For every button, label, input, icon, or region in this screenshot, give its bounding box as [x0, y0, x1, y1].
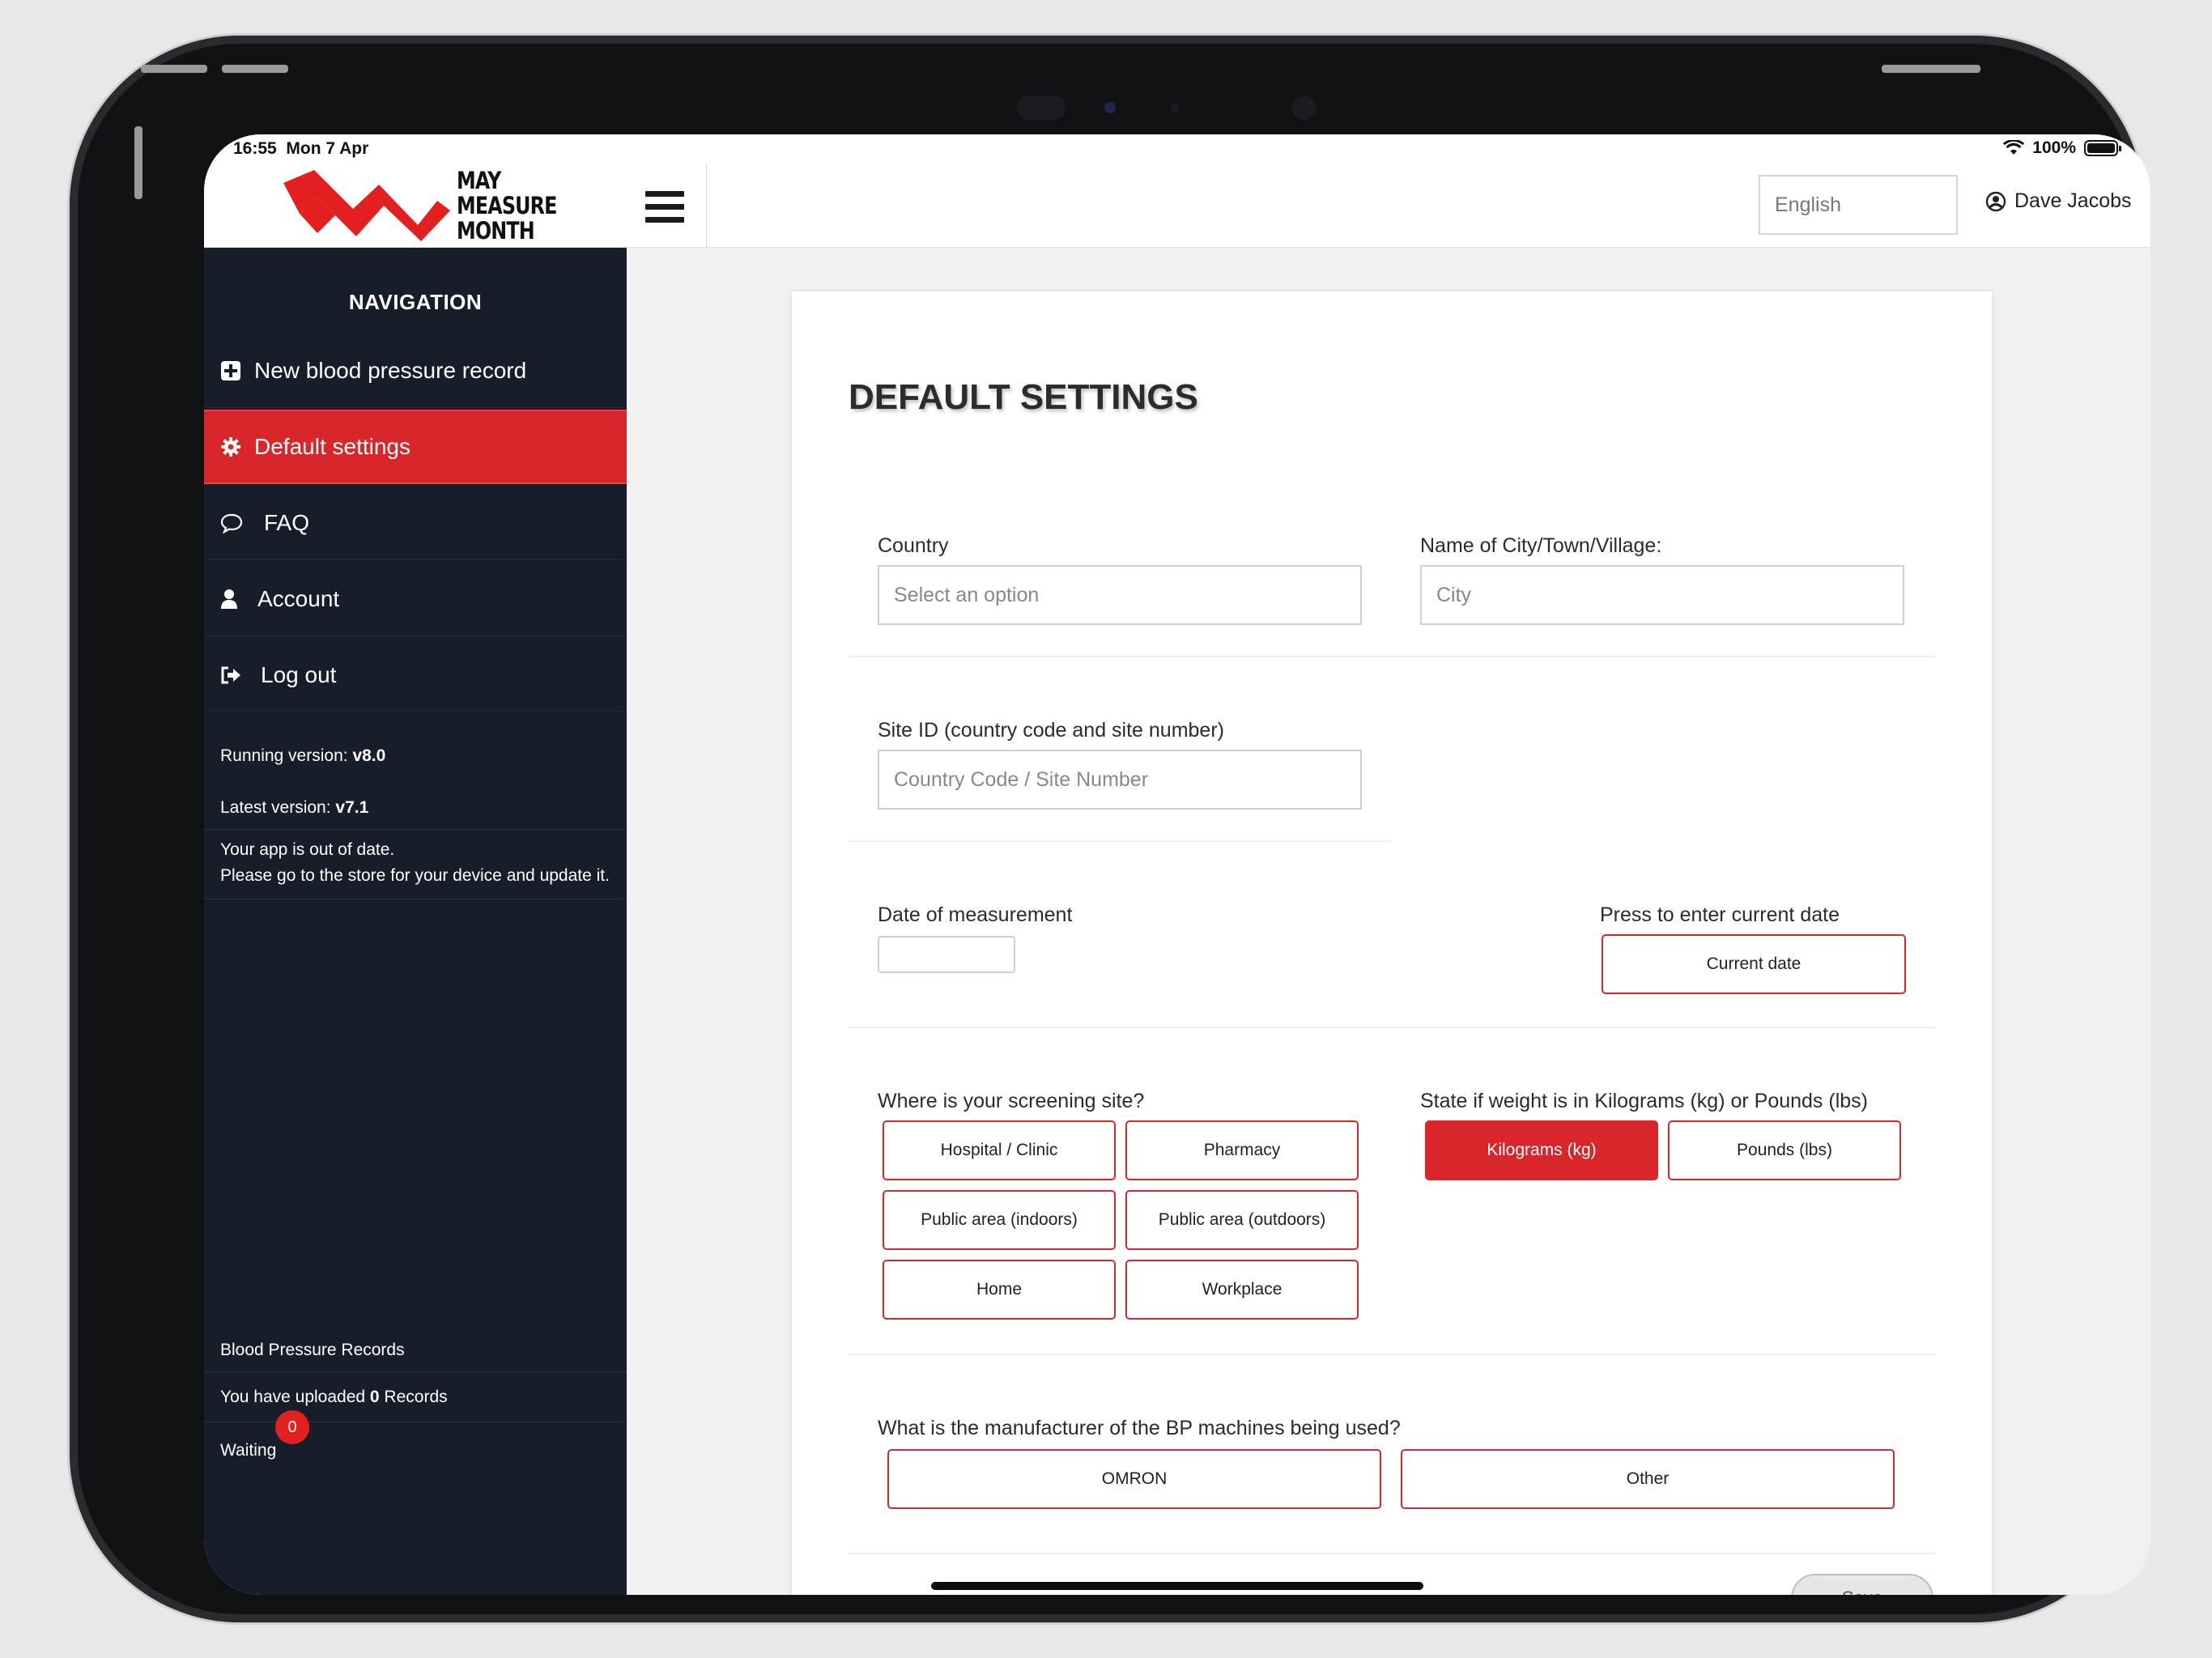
user-menu[interactable]: Dave Jacobs [1985, 189, 2132, 213]
plus-square-icon [220, 360, 254, 381]
screening-option-public-outdoors[interactable]: Public area (outdoors) [1125, 1190, 1359, 1250]
sidebar-item-default-settings[interactable]: Default settings [204, 410, 627, 484]
clock-date: Mon 7 Apr [286, 139, 369, 158]
site-id-label: Site ID (country code and site number) [878, 719, 1224, 742]
screening-option-public-indoors[interactable]: Public area (indoors) [883, 1190, 1116, 1250]
weight-unit-label: State if weight is in Kilograms (kg) or … [1420, 1090, 1868, 1112]
latest-version-label: Latest version: [220, 798, 336, 817]
gear-icon [220, 436, 254, 457]
status-indicators: 100% [2003, 138, 2121, 158]
divider [204, 1371, 627, 1372]
brand-logo[interactable]: MAY MEASURE MONTH [204, 164, 625, 248]
clock-time: 16:55 [233, 139, 277, 158]
battery-icon [2084, 140, 2121, 156]
volume-button [222, 65, 288, 73]
update-notice-line: Please go to the store for your device a… [220, 866, 610, 885]
uploaded-prefix: You have uploaded [220, 1388, 370, 1406]
sidebar-item-label: FAQ [264, 509, 310, 535]
weight-option-pounds[interactable]: Pounds (lbs) [1668, 1120, 1901, 1180]
manufacturer-label: What is the manufacturer of the BP machi… [878, 1417, 1401, 1439]
logo-line: MAY [457, 167, 501, 194]
uploaded-suffix: Records [379, 1388, 448, 1406]
sidebar-item-account[interactable]: Account [204, 562, 627, 636]
country-label: Country [878, 534, 949, 557]
page-title: DEFAULT SETTINGS [849, 377, 1198, 417]
date-input[interactable] [878, 936, 1015, 973]
sidebar-item-new-record[interactable]: New blood pressure record [204, 334, 627, 408]
section-divider [849, 656, 1935, 657]
country-select[interactable]: Select an option [878, 565, 1362, 625]
sidebar-item-label: New blood pressure record [254, 357, 527, 383]
running-version: Running version: v8.0 [220, 743, 385, 769]
divider [204, 829, 627, 830]
current-date-label: Press to enter current date [1600, 903, 1840, 926]
language-select[interactable]: English [1759, 175, 1958, 235]
user-icon [220, 589, 257, 610]
app-header: MAY MEASURE MONTH English Dave Jacobs [204, 164, 2150, 248]
sidebar-item-label: Log out [261, 661, 337, 687]
sidebar-item-faq[interactable]: FAQ [204, 486, 627, 560]
city-label: Name of City/Town/Village: [1420, 534, 1662, 557]
screening-option-home[interactable]: Home [883, 1260, 1116, 1320]
screening-option-workplace[interactable]: Workplace [1125, 1260, 1359, 1320]
user-name: Dave Jacobs [2014, 189, 2132, 212]
screening-site-label: Where is your screening site? [878, 1090, 1145, 1112]
screening-option-hospital[interactable]: Hospital / Clinic [883, 1120, 1116, 1180]
section-divider [849, 1354, 1935, 1355]
sidebar-item-logout[interactable]: Log out [204, 638, 627, 712]
logo-text: MAY MEASURE MONTH [457, 168, 557, 244]
screening-option-pharmacy[interactable]: Pharmacy [1125, 1120, 1359, 1180]
city-input[interactable]: City [1420, 565, 1904, 625]
sidebar: NAVIGATION New blood pressure record Def… [204, 248, 627, 1595]
speech-bubble-icon [220, 512, 264, 534]
date-label: Date of measurement [878, 903, 1073, 926]
logout-icon [220, 665, 261, 685]
battery-percent: 100% [2032, 138, 2076, 157]
settings-card: DEFAULT SETTINGS Country Select an optio… [792, 291, 1992, 1595]
latest-version: Latest version: v7.1 [220, 795, 368, 821]
site-id-input[interactable]: Country Code / Site Number [878, 750, 1362, 810]
sidebar-item-label: Default settings [254, 434, 410, 459]
running-version-label: Running version: [220, 746, 353, 765]
side-button [134, 126, 143, 199]
uploaded-count: 0 [369, 1388, 380, 1406]
weight-option-kilograms[interactable]: Kilograms (kg) [1425, 1120, 1658, 1180]
home-indicator[interactable] [931, 1582, 1423, 1590]
volume-button [141, 65, 207, 73]
section-divider [849, 1027, 1935, 1028]
waiting-label: Waiting [220, 1441, 277, 1460]
header-divider [706, 164, 707, 248]
running-version-value: v8.0 [352, 746, 386, 765]
wifi-icon [2003, 140, 2025, 155]
waiting-count-badge: 0 [275, 1410, 309, 1444]
records-title: Blood Pressure Records [220, 1341, 405, 1359]
logo-line: MONTH [457, 217, 535, 244]
user-circle-icon [1985, 191, 2006, 211]
manufacturer-option-omron[interactable]: OMRON [887, 1449, 1381, 1509]
status-bar: 16:55 Mon 7 Apr 100% [204, 134, 2150, 164]
screen: 16:55 Mon 7 Apr 100% MAY MEASURE MONTH E… [204, 134, 2150, 1595]
menu-icon[interactable] [645, 191, 684, 223]
logo-line: MEASURE [457, 192, 557, 219]
mmm-logo-icon [283, 170, 450, 241]
nav-title: NAVIGATION [348, 290, 483, 314]
update-notice: Your app is out of date. Please go to th… [220, 837, 610, 889]
save-button[interactable]: Save [1791, 1574, 1933, 1595]
status-time: 16:55 Mon 7 Apr [233, 139, 368, 159]
current-date-button[interactable]: Current date [1602, 934, 1906, 994]
latest-version-value: v7.1 [335, 798, 369, 817]
sidebar-item-label: Account [257, 585, 340, 611]
power-button [1882, 65, 1980, 73]
section-divider [849, 1553, 1935, 1554]
manufacturer-option-other[interactable]: Other [1401, 1449, 1895, 1509]
update-notice-line: Your app is out of date. [220, 840, 395, 859]
tablet-frame: 16:55 Mon 7 Apr 100% MAY MEASURE MONTH E… [70, 36, 2150, 1622]
section-divider [849, 840, 1391, 842]
uploaded-records: You have uploaded 0 Records [220, 1384, 448, 1410]
camera-bar [1017, 94, 1341, 121]
